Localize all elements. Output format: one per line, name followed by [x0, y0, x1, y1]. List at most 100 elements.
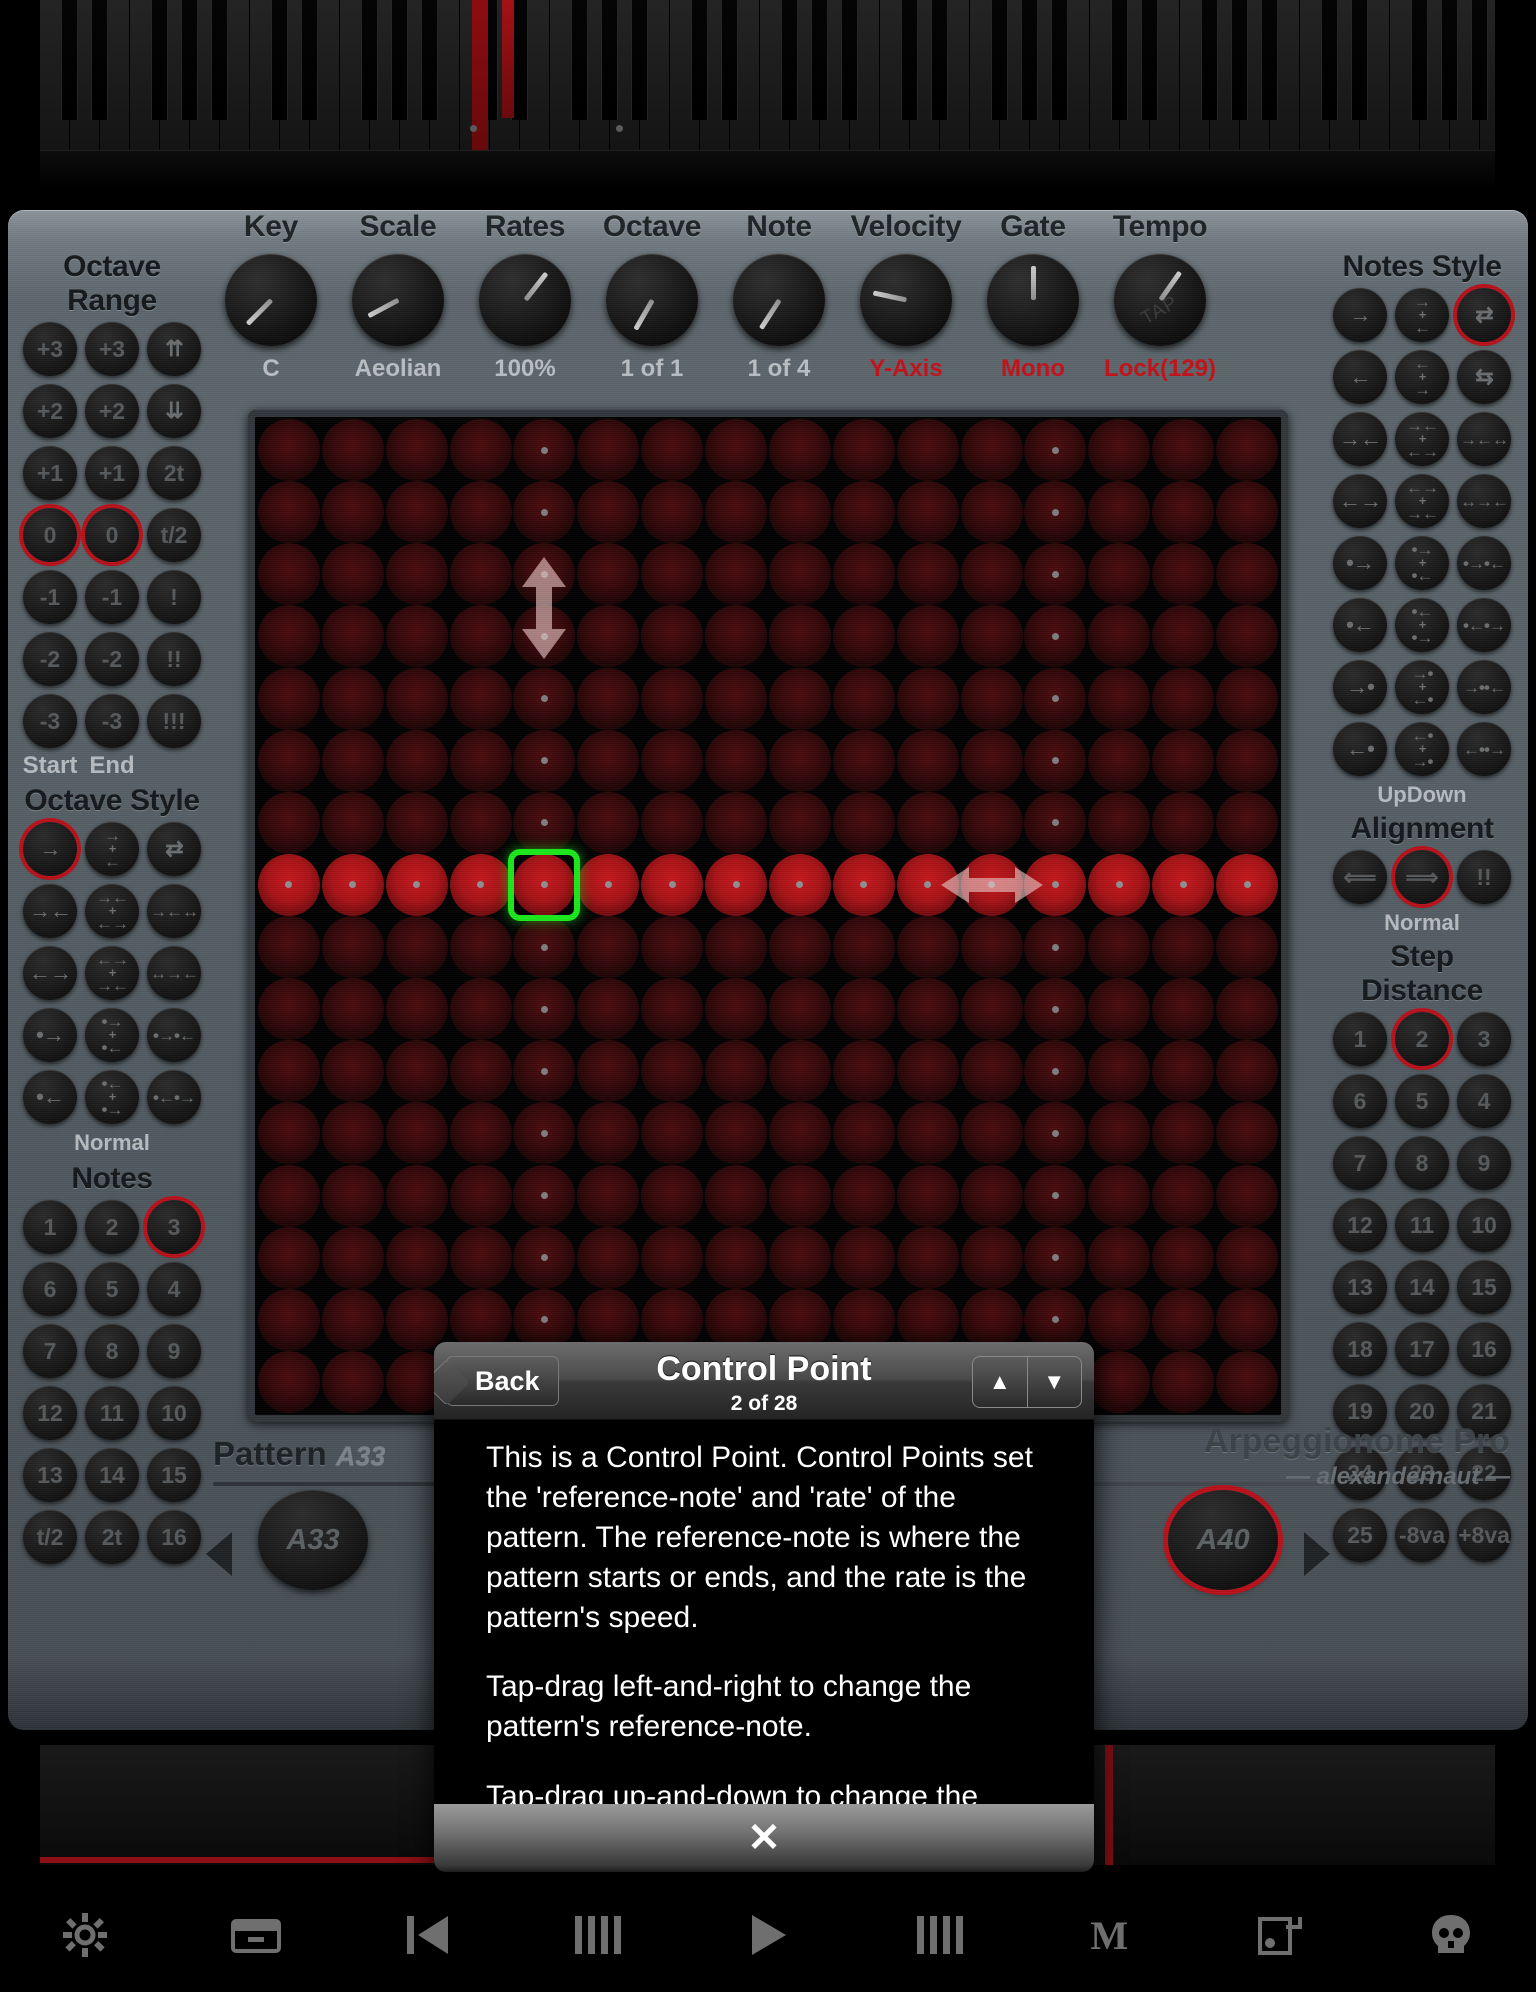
- led-cell[interactable]: [896, 481, 959, 544]
- piano-black-key[interactable]: [1351, 0, 1368, 120]
- step-distance-pad-2-1[interactable]: 8: [1391, 1132, 1453, 1194]
- led-cell[interactable]: [768, 1040, 831, 1103]
- piano-black-key[interactable]: [421, 0, 438, 120]
- octave-range-pad-3-0[interactable]: 0: [19, 504, 81, 566]
- led-cell[interactable]: [1152, 791, 1215, 854]
- octave-range-grid[interactable]: +3 +3 ⇈ +2 +2 ⇊ +1 +1 2t 0 0 t/2 -1 -1! -2 -2!! -3 -3!!!: [19, 318, 205, 752]
- led-cell[interactable]: [321, 1040, 384, 1103]
- led-cell[interactable]: [768, 916, 831, 979]
- led-cell[interactable]: [768, 419, 831, 482]
- led-cell[interactable]: [896, 605, 959, 668]
- led-cell[interactable]: [960, 667, 1023, 730]
- led-cell[interactable]: [513, 667, 576, 730]
- help-modal[interactable]: Back Control Point 2 of 28 ▲ ▼ This is a…: [434, 1342, 1094, 1872]
- piano-black-key[interactable]: [91, 0, 108, 120]
- notes-pad-1-2[interactable]: 4: [143, 1258, 205, 1320]
- led-cell[interactable]: [257, 1226, 320, 1289]
- piano-black-key[interactable]: [1021, 0, 1038, 120]
- octave-style-pad-1-2[interactable]: →←↔: [143, 880, 205, 942]
- save-icon[interactable]: [206, 1895, 306, 1975]
- led-cell[interactable]: [385, 791, 448, 854]
- led-cell[interactable]: [832, 1226, 895, 1289]
- led-cell[interactable]: [960, 605, 1023, 668]
- led-cell[interactable]: [449, 1040, 512, 1103]
- led-cell[interactable]: [1088, 916, 1151, 979]
- led-cell[interactable]: [896, 853, 959, 916]
- piano-black-key[interactable]: [1471, 0, 1488, 120]
- led-cell[interactable]: [577, 1040, 640, 1103]
- octave-range-pad-4-2[interactable]: !: [143, 566, 205, 628]
- piano-keys[interactable]: [40, 0, 1495, 190]
- led-cell[interactable]: [1024, 1102, 1087, 1165]
- led-cell[interactable]: [896, 916, 959, 979]
- led-cell[interactable]: [577, 978, 640, 1041]
- notes-style-pad-3-1[interactable]: ←→ + →←: [1391, 470, 1453, 532]
- alignment-pad-0-2[interactable]: !!: [1453, 846, 1515, 908]
- notes-style-pad-5-2[interactable]: •←•→: [1453, 594, 1515, 656]
- led-cell[interactable]: [641, 481, 704, 544]
- led-cell[interactable]: [321, 481, 384, 544]
- step-distance-pad-2-2[interactable]: 9: [1453, 1132, 1515, 1194]
- knob-dial-rates[interactable]: [479, 254, 571, 346]
- led-cell[interactable]: [641, 916, 704, 979]
- notes-style-pad-5-0[interactable]: •←: [1329, 594, 1391, 656]
- led-cell[interactable]: [896, 1164, 959, 1227]
- knob-key[interactable]: Key C: [208, 210, 334, 383]
- led-cell[interactable]: [513, 481, 576, 544]
- led-cell[interactable]: [960, 916, 1023, 979]
- led-cell[interactable]: [513, 1102, 576, 1165]
- led-cell[interactable]: [960, 419, 1023, 482]
- led-cell[interactable]: [257, 729, 320, 792]
- led-cell[interactable]: [768, 543, 831, 606]
- led-cell[interactable]: [321, 667, 384, 730]
- led-cell[interactable]: [960, 481, 1023, 544]
- led-cell[interactable]: [1152, 481, 1215, 544]
- notes-pad-0-1[interactable]: 2: [81, 1196, 143, 1258]
- notes-pad-4-0[interactable]: 13: [19, 1444, 81, 1506]
- led-cell[interactable]: [705, 978, 768, 1041]
- led-cell[interactable]: [1088, 729, 1151, 792]
- notes-pad-3-1[interactable]: 11: [81, 1382, 143, 1444]
- led-cell[interactable]: [832, 605, 895, 668]
- led-cell[interactable]: [577, 543, 640, 606]
- notes-style-pad-6-0[interactable]: →•: [1329, 656, 1391, 718]
- led-cell[interactable]: [513, 916, 576, 979]
- piano-black-key[interactable]: [211, 0, 228, 120]
- octave-style-pad-3-2[interactable]: •→•←: [143, 1004, 205, 1066]
- led-cell[interactable]: [1152, 1164, 1215, 1227]
- led-cell[interactable]: [641, 978, 704, 1041]
- led-cell[interactable]: [1024, 1040, 1087, 1103]
- octave-range-pad-2-1[interactable]: +1: [81, 442, 143, 504]
- led-cell[interactable]: [1216, 1164, 1279, 1227]
- step-distance-pad-0-1[interactable]: 2: [1391, 1008, 1453, 1070]
- piano-black-key[interactable]: [151, 0, 168, 120]
- led-cell[interactable]: [321, 853, 384, 916]
- led-cell[interactable]: [641, 1040, 704, 1103]
- led-cell[interactable]: [1088, 605, 1151, 668]
- led-cell[interactable]: [1216, 853, 1279, 916]
- knob-gate[interactable]: Gate Mono: [970, 210, 1096, 383]
- led-cell[interactable]: [1024, 853, 1087, 916]
- led-cell[interactable]: [705, 481, 768, 544]
- led-cell[interactable]: [1024, 978, 1087, 1041]
- led-cell[interactable]: [449, 1164, 512, 1227]
- led-cell[interactable]: [577, 1164, 640, 1227]
- led-cell[interactable]: [385, 481, 448, 544]
- knob-dial-key[interactable]: [225, 254, 317, 346]
- led-cell[interactable]: [705, 605, 768, 668]
- led-cell[interactable]: [513, 729, 576, 792]
- step-distance-pad-1-0[interactable]: 6: [1329, 1070, 1391, 1132]
- led-cell[interactable]: [257, 791, 320, 854]
- notes-style-pad-4-2[interactable]: •→•←: [1453, 532, 1515, 594]
- led-cell[interactable]: [449, 978, 512, 1041]
- pattern-grid-container[interactable]: [248, 410, 1288, 1422]
- octave-style-grid[interactable]: → → + ← ⇄ →← →← + ←→ →←↔ ←→ ←→ + →← ↔→← •→ •→ + •← •→•← •← •←…: [19, 818, 205, 1128]
- octave-range-pad-5-1[interactable]: -2: [81, 628, 143, 690]
- notes-style-pad-3-2[interactable]: ↔→←: [1453, 470, 1515, 532]
- led-cell[interactable]: [321, 605, 384, 668]
- alignment-grid[interactable]: ⟸ ⟹!!: [1329, 846, 1515, 908]
- led-cell[interactable]: [385, 853, 448, 916]
- notes-style-pad-4-0[interactable]: •→: [1329, 532, 1391, 594]
- led-cell[interactable]: [641, 667, 704, 730]
- led-cell[interactable]: [577, 1102, 640, 1165]
